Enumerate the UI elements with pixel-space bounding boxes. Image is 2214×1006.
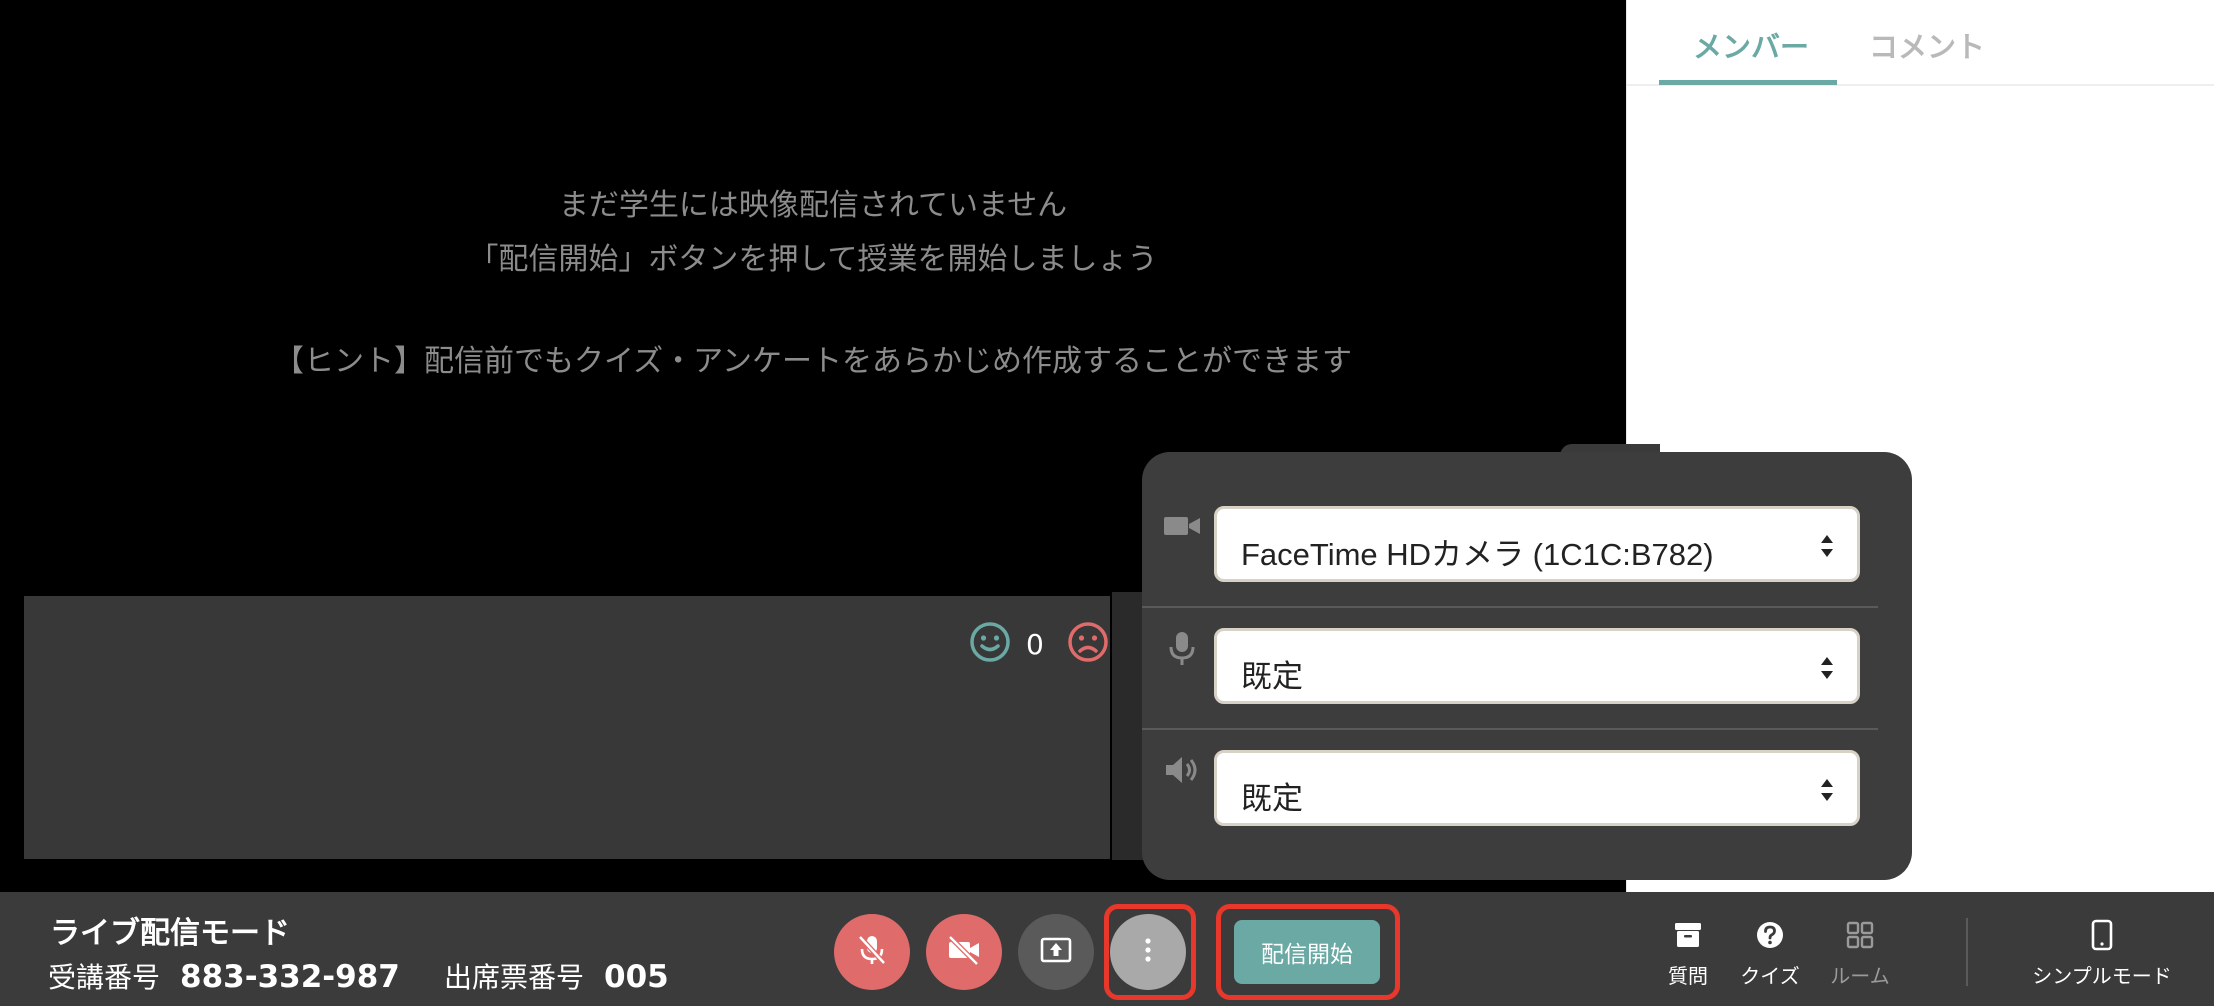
side-tabs: メンバー コメント (1627, 0, 2214, 86)
tablet-icon (2085, 918, 2119, 956)
speaker-select[interactable]: 既定 (1214, 750, 1860, 826)
quiz-label: クイズ (1740, 964, 1800, 988)
simple-mode-label: シンプルモード (2032, 964, 2172, 988)
tab-comments[interactable]: コメント (1869, 24, 1985, 66)
happy-count: 0 (1026, 627, 1044, 661)
microphone-row: 既定 (1142, 574, 1912, 704)
active-tab-indicator (1659, 80, 1837, 85)
course-number-value: 883-332-987 (180, 959, 400, 995)
camera-toggle-button[interactable] (926, 914, 1002, 990)
grid-icon (1843, 918, 1877, 956)
course-number-info: 受講番号 883-332-987 (48, 956, 400, 996)
attendance-number-label: 出席票番号 (444, 961, 585, 994)
speaker-row: 既定 (1142, 696, 1912, 826)
select-arrows-icon (1819, 533, 1835, 559)
question-button[interactable]: 質問 (1648, 918, 1728, 988)
mic-off-icon (854, 932, 890, 972)
stage-message: まだ学生には映像配信されていません (558, 188, 1068, 223)
stage-instruction: 「配信開始」ボタンを押して授業を開始しましょう (468, 242, 1158, 277)
divider (1966, 918, 1968, 986)
frown-icon (1066, 620, 1110, 668)
camera-select[interactable]: FaceTime HDカメラ (1C1C:B782) (1214, 506, 1860, 582)
archive-icon (1671, 918, 1705, 956)
mode-title: ライブ配信モード (50, 916, 290, 951)
microphone-icon (1162, 628, 1202, 668)
speaker-icon (1162, 750, 1202, 790)
room-button[interactable]: ルーム (1820, 918, 1900, 988)
mic-toggle-button[interactable] (834, 914, 910, 990)
reaction-happy: 0 (968, 620, 1044, 668)
video-camera-icon (1162, 506, 1202, 546)
question-circle-icon (1753, 918, 1787, 956)
room-label: ルーム (1830, 964, 1890, 988)
select-arrows-icon (1819, 655, 1835, 681)
smile-icon (968, 620, 1012, 668)
screen-share-button[interactable] (1018, 914, 1094, 990)
participant-strip (24, 596, 1110, 859)
microphone-select[interactable]: 既定 (1214, 628, 1860, 704)
stage-hint: 【ヒント】配信前でもクイズ・アンケートをあらかじめ作成することができます (274, 344, 1352, 379)
microphone-select-value: 既定 (1241, 659, 1303, 694)
screen-share-icon (1038, 932, 1074, 972)
quiz-button[interactable]: クイズ (1730, 918, 1810, 988)
highlight-start-button (1216, 904, 1400, 1000)
course-number-label: 受講番号 (48, 961, 161, 994)
tab-members[interactable]: メンバー (1693, 24, 1809, 66)
camera-row: FaceTime HDカメラ (1C1C:B782) (1142, 452, 1912, 582)
highlight-settings-button (1104, 904, 1196, 1000)
speaker-select-value: 既定 (1241, 781, 1303, 816)
question-label: 質問 (1668, 964, 1708, 988)
camera-select-value: FaceTime HDカメラ (1C1C:B782) (1241, 537, 1714, 572)
camera-off-icon (946, 932, 982, 972)
device-settings-popup: FaceTime HDカメラ (1C1C:B782) 既定 既定 (1142, 452, 1912, 880)
simple-mode-button[interactable]: シンプルモード (2032, 918, 2172, 988)
attendance-number-info: 出席票番号 005 (444, 956, 669, 996)
select-arrows-icon (1819, 777, 1835, 803)
attendance-number-value: 005 (604, 959, 669, 995)
